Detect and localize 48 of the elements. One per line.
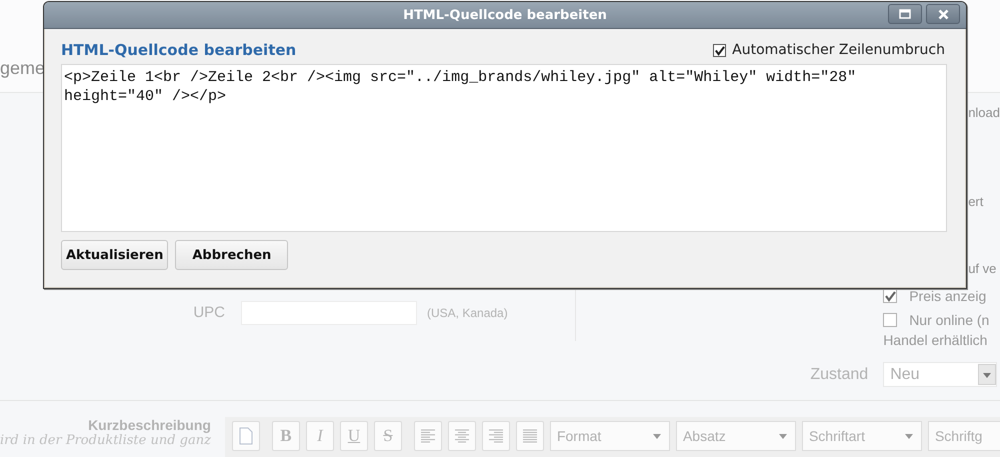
condition-label: Zustand: [809, 366, 868, 384]
justify-icon: [522, 429, 537, 443]
upc-label: UPC: [192, 303, 225, 322]
document-icon: [238, 427, 253, 445]
align-right-icon: [488, 429, 503, 443]
close-icon: [938, 8, 948, 20]
condition-select[interactable]: Neu: [883, 362, 998, 388]
code-field[interactable]: <p>Zeile 1<br />Zeile 2<br /><img src="../img_brands/whiley.jpg" alt="Whiley" width="28" height="40" /></p>: [61, 64, 947, 232]
label-fragment: uf ve: [968, 261, 998, 276]
section-title: geme: [0, 58, 46, 78]
format-dropdown[interactable]: Schriftg: [928, 421, 1000, 451]
align-right-button[interactable]: [482, 421, 510, 451]
underline-button[interactable]: U: [340, 421, 368, 451]
align-center-icon: [454, 429, 469, 443]
format-dropdown[interactable]: Format: [550, 421, 670, 451]
italic-button[interactable]: I: [306, 421, 334, 451]
short-description-label: Kurzbeschreibung: [88, 417, 211, 433]
option-label: Nur online (n: [909, 312, 990, 328]
caret-icon: [778, 432, 788, 440]
justify-button[interactable]: [516, 421, 544, 451]
checkbox[interactable]: [883, 313, 898, 328]
checkbox[interactable]: [883, 289, 898, 304]
strike-button[interactable]: S: [374, 421, 402, 451]
close-button[interactable]: [926, 4, 960, 24]
align-left-button[interactable]: [414, 421, 442, 451]
maximize-icon: [899, 9, 911, 19]
short-description-hint: ird in der Produktliste und ganz: [0, 433, 211, 448]
caret-icon: [652, 432, 662, 440]
bold-button[interactable]: B: [272, 421, 300, 451]
caret-icon: [904, 432, 914, 440]
new-document-button[interactable]: [232, 421, 260, 451]
option-note: Handel erhältlich: [883, 332, 988, 348]
dialog-title: HTML-Quellcode bearbeiten: [402, 8, 608, 22]
update-button[interactable]: Aktualisieren: [61, 240, 168, 270]
align-center-button[interactable]: [448, 421, 476, 451]
checkbox-label: Automatischer Zeilenumbruch: [732, 42, 945, 58]
upc-hint: (USA, Kanada): [427, 305, 508, 320]
format-dropdown[interactable]: Schriftart: [802, 421, 922, 451]
format-dropdown[interactable]: Absatz: [676, 421, 796, 451]
caret-icon: [983, 372, 992, 378]
align-left-icon: [420, 429, 435, 443]
dialog-heading: HTML-Quellcode bearbeiten: [61, 41, 296, 59]
maximize-button[interactable]: [888, 4, 922, 24]
label-fragment: nload: [968, 105, 1000, 120]
cancel-button[interactable]: Abbrechen: [175, 240, 288, 270]
label-fragment: ert: [968, 194, 984, 210]
option-label: Preis anzeig: [909, 288, 986, 304]
checkbox[interactable]: [713, 44, 726, 56]
